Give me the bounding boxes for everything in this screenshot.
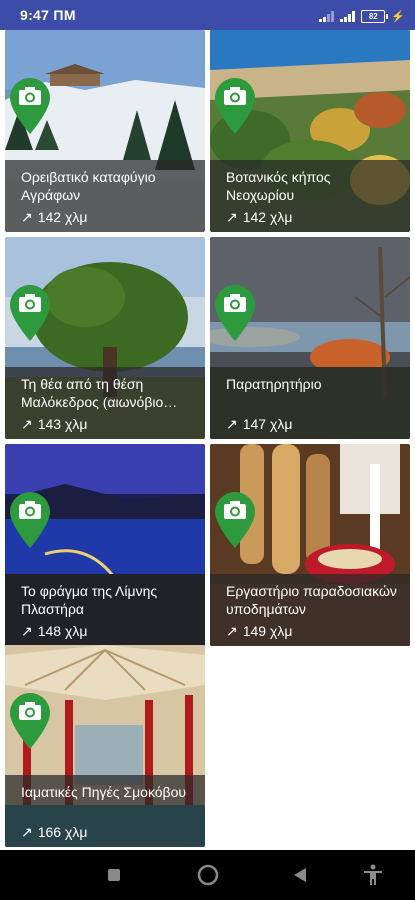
accessibility-button[interactable] [343, 850, 403, 900]
recents-button[interactable] [84, 850, 144, 900]
place-caption: Ιαματικές Πηγές Σμοκόβου ↗ 166 χλμ [5, 775, 205, 847]
north-east-arrow-icon: ↗ [226, 416, 238, 432]
places-grid: Ορειβατικό καταφύγιο Αγράφων ↗ 142 χλμ Βο… [0, 30, 415, 850]
place-distance-value: 149 χλμ [242, 623, 293, 639]
place-name: Βοτανικός κήπος Νεοχωρίου [226, 169, 331, 203]
status-time: 9:47 ΠΜ [20, 7, 76, 23]
place-caption: Το φράγμα της Λίμνης Πλαστήρα ↗ 148 χλμ [5, 574, 205, 646]
place-distance: ↗ 142 χλμ [226, 209, 292, 226]
camera-pin-icon [215, 78, 255, 134]
place-card[interactable]: Εργαστήριο παραδοσιακών υποδημάτων ↗ 149 … [210, 444, 410, 646]
battery-icon: 82 [361, 9, 389, 23]
place-name: Ιαματικές Πηγές Σμοκόβου [21, 784, 187, 800]
place-distance-value: 148 χλμ [37, 623, 88, 639]
place-distance: ↗ 148 χλμ [21, 623, 87, 640]
place-card[interactable]: Παρατηρητήριο ↗ 147 χλμ [210, 237, 410, 439]
place-distance-value: 142 χλμ [37, 209, 88, 225]
place-name: Ορειβατικό καταφύγιο Αγράφων [21, 169, 156, 203]
place-distance: ↗ 147 χλμ [226, 416, 292, 433]
place-distance-value: 142 χλμ [242, 209, 293, 225]
charging-icon: ⚡ [391, 10, 405, 23]
place-name: Το φράγμα της Λίμνης Πλαστήρα [21, 583, 158, 617]
place-name: Παρατηρητήριο [226, 376, 322, 392]
place-caption: Βοτανικός κήπος Νεοχωρίου ↗ 142 χλμ [210, 160, 410, 232]
camera-pin-icon [10, 693, 50, 749]
status-bar: 9:47 ΠΜ 82 ⚡ [0, 0, 415, 30]
place-caption: Παρατηρητήριο ↗ 147 χλμ [210, 367, 410, 439]
place-distance: ↗ 166 χλμ [21, 824, 87, 841]
place-distance: ↗ 143 χλμ [21, 416, 87, 433]
camera-pin-icon [10, 492, 50, 548]
system-nav-bar [0, 850, 415, 900]
place-distance-value: 143 χλμ [37, 416, 88, 432]
camera-pin-icon [10, 285, 50, 341]
place-card[interactable]: Τη θέα από τη θέση Μαλόκεδρος (αιωνόβιο … [5, 237, 205, 439]
place-card[interactable]: Βοτανικός κήπος Νεοχωρίου ↗ 142 χλμ [210, 30, 410, 232]
home-circle-icon [197, 864, 219, 886]
camera-pin-icon [215, 285, 255, 341]
place-distance-value: 147 χλμ [242, 416, 293, 432]
place-name: Εργαστήριο παραδοσιακών υποδημάτων [226, 583, 397, 617]
camera-pin-icon [10, 78, 50, 134]
north-east-arrow-icon: ↗ [21, 623, 33, 639]
place-card[interactable]: Ιαματικές Πηγές Σμοκόβου ↗ 166 χλμ [5, 645, 205, 847]
signal-weak-icon [319, 10, 335, 22]
place-card[interactable]: Ορειβατικό καταφύγιο Αγράφων ↗ 142 χλμ [5, 30, 205, 232]
place-caption: Τη θέα από τη θέση Μαλόκεδρος (αιωνόβιο … [5, 367, 205, 439]
north-east-arrow-icon: ↗ [226, 623, 238, 639]
place-name: Τη θέα από τη θέση Μαλόκεδρος (αιωνόβιο … [21, 376, 164, 410]
status-icons: 82 ⚡ [319, 8, 405, 24]
back-button[interactable] [270, 850, 330, 900]
place-distance: ↗ 149 χλμ [226, 623, 292, 640]
signal-strong-icon [340, 10, 356, 22]
place-caption: Εργαστήριο παραδοσιακών υποδημάτων ↗ 149 … [210, 574, 410, 646]
recents-square-icon [108, 869, 120, 881]
back-triangle-icon [294, 868, 306, 882]
home-button[interactable] [178, 850, 238, 900]
north-east-arrow-icon: ↗ [21, 209, 33, 225]
place-caption: Ορειβατικό καταφύγιο Αγράφων ↗ 142 χλμ [5, 160, 205, 232]
accessibility-icon [364, 864, 382, 885]
north-east-arrow-icon: ↗ [21, 416, 33, 432]
north-east-arrow-icon: ↗ [226, 209, 238, 225]
place-card[interactable]: Το φράγμα της Λίμνης Πλαστήρα ↗ 148 χλμ [5, 444, 205, 646]
camera-pin-icon [215, 492, 255, 548]
north-east-arrow-icon: ↗ [21, 824, 33, 840]
place-distance-value: 166 χλμ [37, 824, 88, 840]
place-distance: ↗ 142 χλμ [21, 209, 87, 226]
